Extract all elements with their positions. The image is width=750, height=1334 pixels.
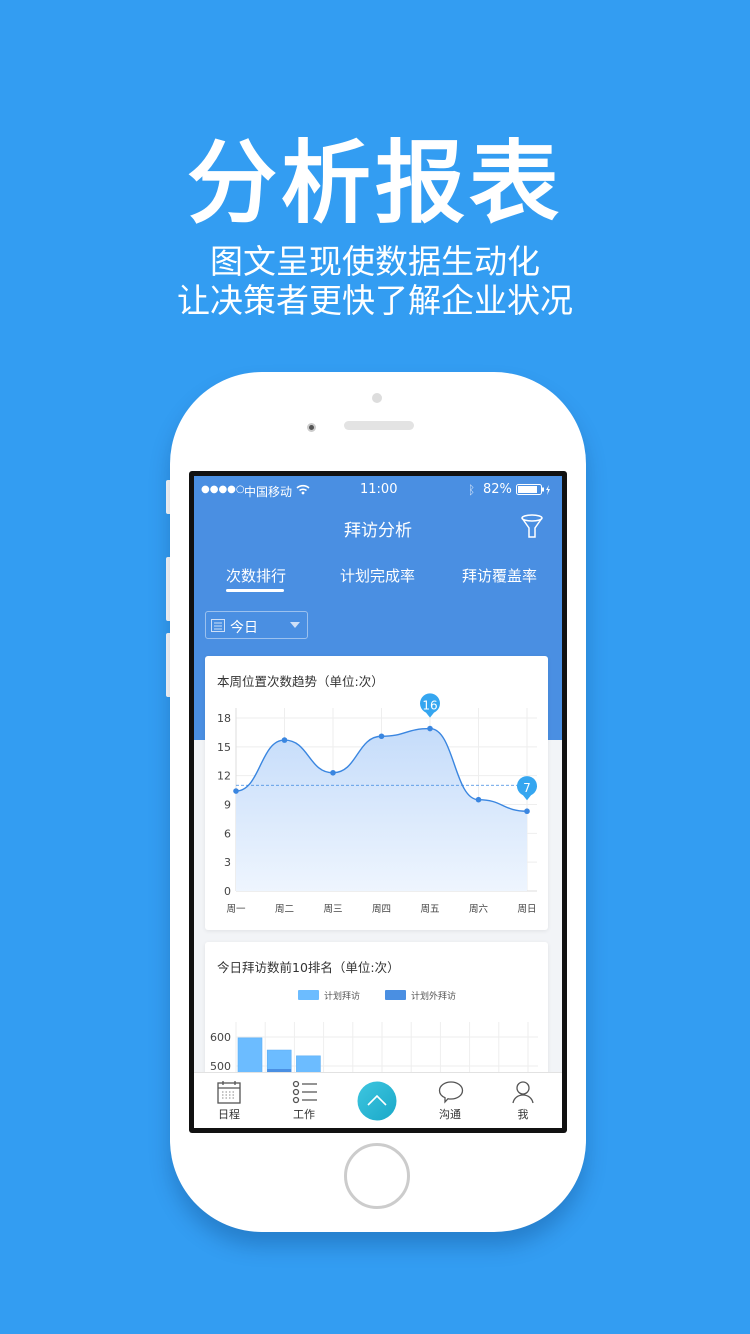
tabbar-me[interactable]: 我 — [493, 1073, 553, 1128]
marker-label: 16 — [422, 699, 437, 713]
x-tick-label: 周三 — [323, 904, 342, 915]
data-point — [524, 808, 530, 815]
x-tick-label: 周日 — [517, 904, 536, 915]
data-point — [475, 796, 482, 803]
y-tick-label: 12 — [217, 770, 231, 783]
data-point — [233, 788, 239, 794]
chat-bubble-icon — [438, 1081, 464, 1104]
active-tab-indicator — [226, 589, 284, 592]
y-tick-label: 0 — [224, 885, 231, 898]
y-tick-label: 9 — [224, 799, 231, 812]
tabbar-schedule[interactable]: 日程 — [199, 1073, 259, 1128]
tabbar-communication[interactable]: 沟通 — [420, 1073, 480, 1128]
bluetooth-icon: ᛒ — [468, 483, 476, 497]
y-tick-label: 15 — [217, 741, 231, 754]
signal-dots: ●●●●○ — [201, 484, 245, 495]
y-tick-label: 3 — [224, 856, 231, 869]
status-bar: ●●●●○ 中国移动 11:00 ᛒ 82% — [194, 476, 562, 504]
data-point — [378, 733, 385, 740]
x-tick-label: 周六 — [469, 903, 489, 915]
data-point — [427, 725, 433, 732]
promo-subtitle-2: 让决策者更快了解企业状况 — [177, 281, 573, 320]
legend-label-planned: 计划拜访 — [324, 990, 360, 1002]
chevron-up-icon — [357, 1081, 397, 1121]
tab-visit-coverage-rate[interactable]: 拜访覆盖率 — [462, 565, 537, 586]
clock: 11:00 — [360, 482, 398, 497]
x-tick-label: 周二 — [275, 904, 294, 915]
tab-plan-completion-rate[interactable]: 计划完成率 — [340, 565, 415, 586]
dropdown-arrow-icon — [290, 622, 300, 628]
funnel-icon[interactable] — [520, 514, 544, 540]
y-tick-label: 18 — [217, 712, 231, 725]
calendar-icon — [217, 1081, 241, 1104]
area-fill — [236, 728, 527, 891]
tabbar-work[interactable]: 工作 — [274, 1073, 334, 1128]
x-tick-label: 周四 — [372, 904, 391, 915]
x-tick-label: 周一 — [226, 904, 246, 915]
bottom-tab-bar: 日程 工作 沟通 我 — [194, 1072, 562, 1128]
calendar-icon — [211, 619, 225, 632]
promo-headline: 分析报表 — [187, 130, 563, 236]
data-point — [330, 769, 336, 776]
battery-percent: 82% — [483, 482, 512, 497]
x-tick-label: 周五 — [420, 904, 439, 915]
legend-swatch-planned — [298, 990, 319, 1000]
wifi-icon — [296, 484, 310, 495]
tabbar-home-button[interactable] — [348, 1073, 408, 1128]
tab-visit-count-ranking[interactable]: 次数排行 — [226, 565, 286, 586]
legend-label-unplanned: 计划外拜访 — [411, 990, 456, 1002]
phone-home-button — [344, 1143, 410, 1209]
weekly-trend-card: 本周位置次数趋势（单位:次） 0 3 6 9 12 15 18 周一 周二 周三 周四 周五 周六 周日 1… — [205, 656, 548, 930]
y-tick-label: 6 — [224, 827, 231, 840]
battery-icon — [516, 484, 550, 495]
phone-sensor — [372, 393, 382, 403]
carrier: 中国移动 — [244, 485, 293, 499]
list-icon — [292, 1080, 317, 1104]
y-tick-label: 600 — [210, 1031, 231, 1044]
date-range-select[interactable]: 今日 — [205, 611, 308, 639]
phone-speaker — [344, 421, 414, 430]
phone-camera — [307, 423, 316, 432]
legend-swatch-unplanned — [385, 990, 406, 1000]
date-range-value: 今日 — [230, 620, 258, 636]
data-point — [281, 737, 288, 743]
marker-label: 7 — [523, 781, 531, 795]
person-icon — [512, 1081, 534, 1104]
weekly-trend-chart: 0 3 6 9 12 15 18 周一 周二 周三 周四 周五 周六 周日 16 7 — [217, 693, 537, 915]
page-title: 拜访分析 — [344, 521, 412, 541]
app-screen: ●●●●○ 中国移动 11:00 ᛒ 82% 拜访分析 次数排行 计划完成率 拜… — [194, 476, 562, 1128]
